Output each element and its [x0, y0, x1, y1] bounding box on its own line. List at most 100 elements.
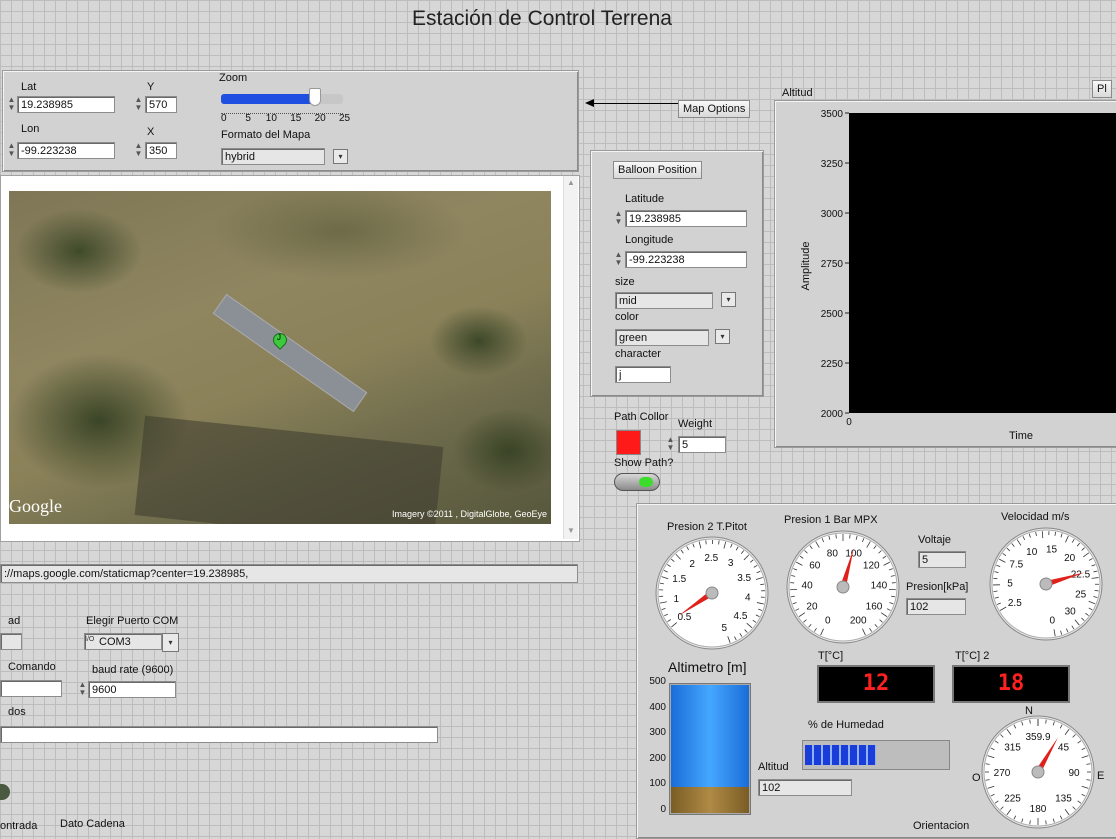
y-label: Y: [147, 81, 154, 93]
speed-gauge: 2.557.510152022.525300: [986, 524, 1106, 644]
humidity-bar-fill: [805, 745, 876, 765]
voltage-label: Voltaje: [918, 534, 951, 546]
color-dropdown-icon[interactable]: ▾: [715, 329, 730, 344]
x-tick-label: 0: [846, 417, 852, 428]
gauge-label: 315: [1004, 743, 1021, 754]
color-select[interactable]: green: [615, 329, 709, 346]
character-input[interactable]: j: [615, 366, 671, 383]
longitude-input[interactable]: -99.223238: [625, 251, 747, 268]
gauge-label: 120: [863, 561, 880, 572]
gauge-label: 0.5: [677, 612, 691, 623]
balloon-position-button[interactable]: Balloon Position: [613, 161, 702, 179]
altitude-chart-panel: Amplitude Time 3500325030002750250022502…: [774, 100, 1116, 448]
path-color-swatch[interactable]: [616, 430, 641, 455]
gauge-label: 5: [722, 623, 728, 634]
pressure-label: Presion[kPa]: [906, 581, 968, 593]
lon-input[interactable]: -99.223238: [17, 142, 115, 159]
tab-string[interactable]: Dato Cadena: [60, 818, 125, 830]
altimeter-tick-label: 0: [660, 804, 666, 815]
map-format-dropdown-icon[interactable]: ▾: [333, 149, 348, 164]
latitude-spinner-icon[interactable]: ▲▼: [614, 210, 623, 227]
lat-spinner-icon[interactable]: ▲▼: [7, 96, 16, 113]
google-logo: Google: [9, 496, 62, 517]
y-tick-label: 3250: [821, 159, 844, 170]
zoom-slider[interactable]: [221, 94, 343, 104]
gauge-label: 10: [1026, 547, 1038, 558]
y-tick-label: 3500: [821, 109, 844, 120]
zoom-slider-fill: [221, 94, 314, 104]
x-input[interactable]: 350: [145, 142, 177, 159]
size-label: size: [615, 276, 635, 288]
scroll-down-icon[interactable]: ▼: [567, 526, 575, 535]
gauge-label: 180: [1030, 804, 1047, 815]
map-image[interactable]: J Google Imagery ©2011 , DigitalGlobe, G…: [9, 191, 551, 524]
altimeter-fill-lower: [671, 787, 749, 813]
altitude-label: Altitud: [758, 761, 789, 773]
gauge-label: 4.5: [734, 611, 748, 622]
size-select[interactable]: mid: [615, 292, 713, 309]
runway: [213, 294, 368, 412]
weight-spinner-icon[interactable]: ▲▼: [666, 436, 675, 453]
altimeter-tick-label: 500: [649, 676, 666, 687]
weight-input[interactable]: 5: [678, 436, 726, 453]
bar-gauge-label: Presion 1 Bar MPX: [784, 514, 878, 526]
character-label: character: [615, 348, 661, 360]
gauge-label: 359.9: [1025, 732, 1050, 743]
latitude-label: Latitude: [625, 193, 664, 205]
x-spinner-icon[interactable]: ▲▼: [134, 142, 143, 159]
gauge-hub: [1032, 766, 1044, 778]
gauge-label: 7.5: [1009, 560, 1023, 571]
gauge-tick: [850, 534, 851, 538]
y-spinner-icon[interactable]: ▲▼: [134, 96, 143, 113]
baud-input[interactable]: 9600: [88, 681, 176, 698]
y-tick-label: 2750: [821, 259, 844, 270]
gauge-tick: [719, 540, 720, 544]
data-label: dos: [8, 706, 26, 718]
zoom-tick-label: 10: [266, 113, 277, 124]
gauge-label: 20: [806, 601, 818, 612]
dark-field: [135, 416, 444, 524]
bar-gauge: 020406080100120140160200: [783, 527, 903, 647]
data-input[interactable]: [0, 726, 438, 743]
marker-letter: J: [277, 333, 281, 342]
y-tick-label: 3000: [821, 209, 844, 220]
voltage-field: 5: [918, 551, 966, 568]
gauge-label: 1: [674, 594, 680, 605]
altitude-chart-title: Altitud: [782, 87, 813, 99]
east-label: E: [1097, 770, 1104, 782]
plot-button[interactable]: Pl: [1092, 80, 1112, 98]
latitude-input[interactable]: 19.238985: [625, 210, 747, 227]
lat-input[interactable]: 19.238985: [17, 96, 115, 113]
y-input[interactable]: 570: [145, 96, 177, 113]
show-path-toggle[interactable]: [614, 473, 660, 491]
lon-spinner-icon[interactable]: ▲▼: [7, 142, 16, 159]
longitude-label: Longitude: [625, 234, 673, 246]
gauge-label: 160: [866, 601, 883, 612]
gauge-hub: [837, 581, 849, 593]
command-input[interactable]: [0, 680, 62, 697]
y-tick-label: 2250: [821, 359, 844, 370]
zoom-slider-thumb[interactable]: [309, 88, 321, 106]
pitot-gauge-label: Presion 2 T.Pitot: [667, 521, 747, 533]
port-select[interactable]: COM3: [84, 633, 162, 650]
stop-button[interactable]: [0, 784, 10, 800]
scroll-up-icon[interactable]: ▲: [567, 178, 575, 187]
size-dropdown-icon[interactable]: ▾: [721, 292, 736, 307]
zoom-tick-label: 25: [339, 113, 350, 124]
temp1-label: T[°C]: [818, 650, 843, 662]
port-dropdown-icon[interactable]: ▾: [162, 633, 179, 652]
gauge-label: 1.5: [672, 574, 686, 585]
weight-label: Weight: [678, 418, 712, 430]
zoom-tick-labels: 0510152025: [219, 113, 349, 125]
map-scrollbar[interactable]: ▲ ▼: [563, 176, 578, 539]
longitude-spinner-icon[interactable]: ▲▼: [614, 251, 623, 268]
tab-input[interactable]: ontrada: [0, 820, 37, 832]
map-url-field[interactable]: ://maps.google.com/staticmap?center=19.2…: [0, 564, 578, 583]
gauge-label: 3: [728, 558, 734, 569]
altimeter-fill-upper: [671, 685, 749, 787]
map-options-button[interactable]: Map Options: [678, 100, 750, 118]
altimeter-label: Altimetro [m]: [668, 659, 747, 675]
baud-spinner-icon[interactable]: ▲▼: [78, 681, 87, 698]
map-format-select[interactable]: hybrid: [221, 148, 325, 165]
gauge-label: 2: [689, 559, 695, 570]
